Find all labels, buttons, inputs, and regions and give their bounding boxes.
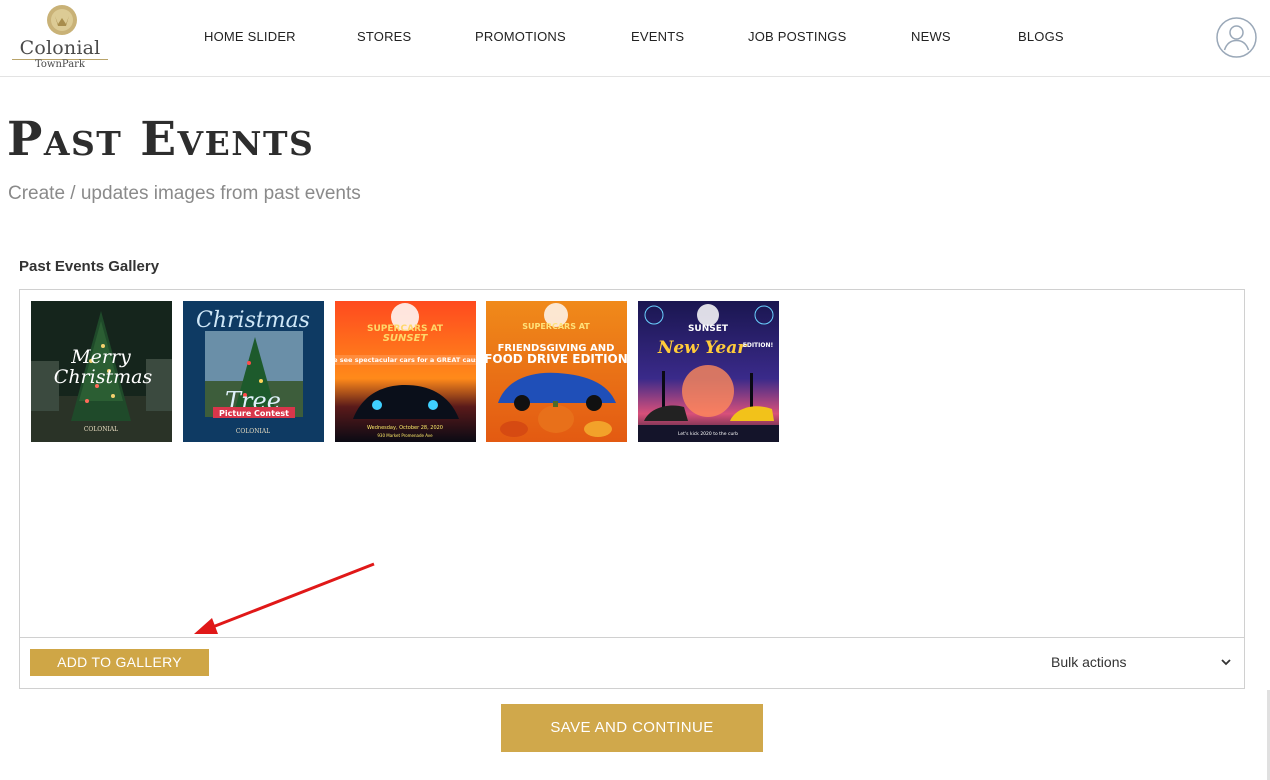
gallery-footer: ADD TO GALLERY Bulk actions [20,637,1244,689]
svg-text:FOOD DRIVE EDITION: FOOD DRIVE EDITION [486,352,627,366]
add-to-gallery-button[interactable]: ADD TO GALLERY [30,649,209,676]
gallery-image-new-year-edition[interactable]: SUNSET New Year EDITION! Let's kick 2020… [638,301,779,442]
nav-promotions[interactable]: PROMOTIONS [475,29,566,44]
bulk-actions-label: Bulk actions [1051,654,1127,670]
svg-text:Christmas: Christmas [196,308,310,333]
svg-text:Merry: Merry [70,346,131,368]
svg-text:SUNSET: SUNSET [688,324,729,334]
nav-job-postings[interactable]: JOB POSTINGS [748,29,846,44]
svg-text:New Year: New Year [657,338,747,358]
page-subtitle: Create / updates images from past events [8,183,361,204]
nav-news[interactable]: NEWS [911,29,951,44]
svg-text:SUPERCARS AT: SUPERCARS AT [522,322,590,331]
annotation-arrow [194,562,375,634]
logo-subtitle: TownPark [35,59,85,70]
svg-text:me see spectacular cars for a: me see spectacular cars for a GREAT caus… [335,356,476,364]
user-avatar-icon[interactable] [1216,17,1257,58]
page-title: Past Events [7,112,315,167]
svg-text:Picture Contest: Picture Contest [219,409,289,418]
svg-text:Christmas: Christmas [54,366,153,388]
site-header: Colonial TownPark HOME SLIDER STORES PRO… [0,0,1270,77]
nav-blogs[interactable]: BLOGS [1018,29,1064,44]
logo-wordmark: Colonial [19,37,101,59]
gallery-image-christmas-tree-contest[interactable]: Christmas Tree Picture Contest COLONIAL [183,301,324,442]
logo-emblem-icon [47,5,77,35]
gallery-image-supercars-sunset[interactable]: SUPERCARS AT SUNSET me see spectacular c… [335,301,476,442]
nav-stores[interactable]: STORES [357,29,411,44]
colonial-townpark-logo[interactable]: Colonial TownPark [8,4,112,72]
svg-text:COLONIAL: COLONIAL [236,428,270,435]
svg-text:Let's kick 2020 to the curb: Let's kick 2020 to the curb [678,431,738,437]
gallery-image-friendsgiving[interactable]: SUPERCARS AT FRIENDSGIVING AND FOOD DRIV… [486,301,627,442]
svg-text:COLONIAL: COLONIAL [84,426,118,433]
svg-text:Wednesday, October 28, 2020: Wednesday, October 28, 2020 [367,425,443,431]
svg-text:SUNSET: SUNSET [383,333,429,344]
save-and-continue-button[interactable]: SAVE AND CONTINUE [501,704,763,752]
svg-text:EDITION!: EDITION! [743,342,774,349]
chevron-down-icon [1221,659,1231,666]
gallery-label: Past Events Gallery [19,258,160,275]
nav-home-slider[interactable]: HOME SLIDER [204,29,296,44]
gallery-image-merry-christmas[interactable]: Merry Christmas COLONIAL [31,301,172,442]
svg-text:930 Market Promenade Ave: 930 Market Promenade Ave [377,433,433,438]
nav-events[interactable]: EVENTS [631,29,684,44]
bulk-actions-select[interactable]: Bulk actions [1040,650,1234,674]
